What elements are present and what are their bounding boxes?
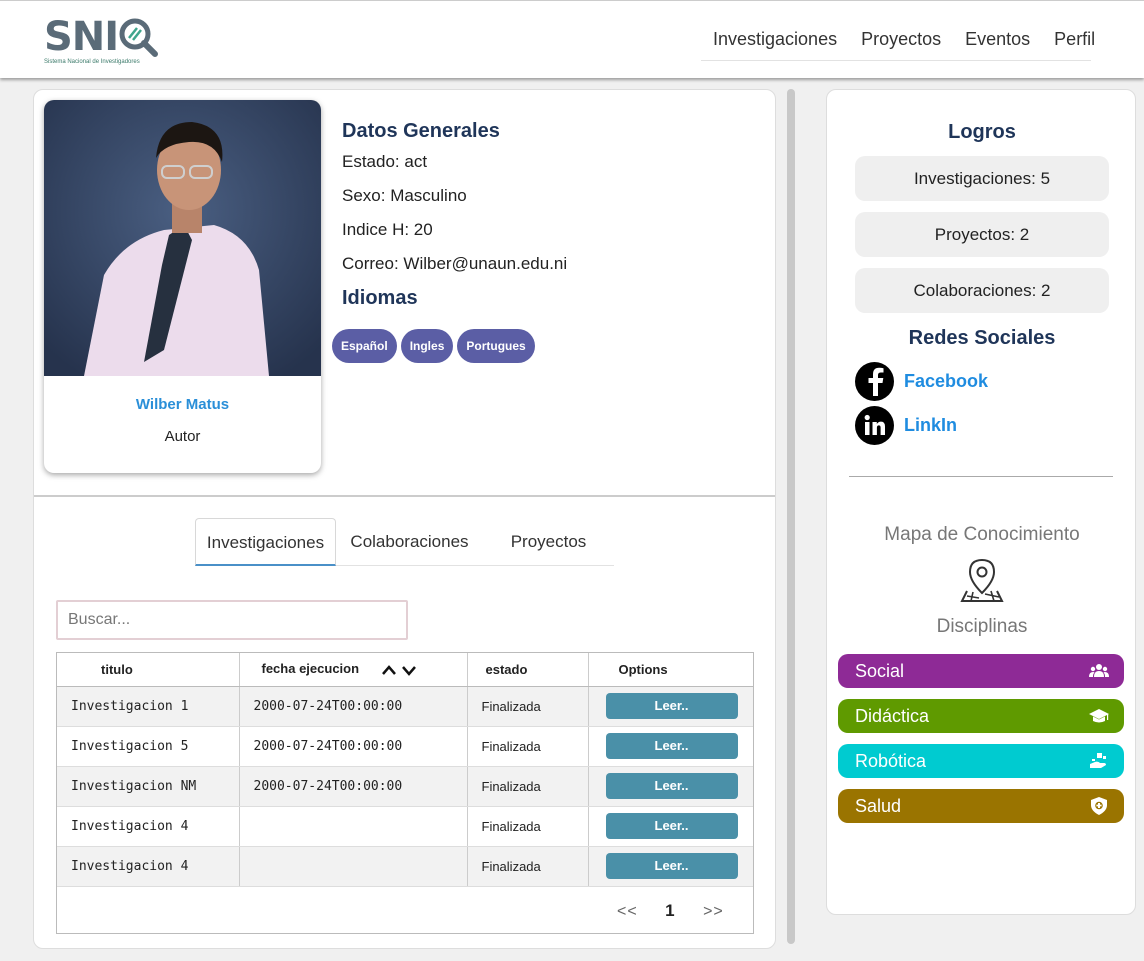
redes-title: Redes Sociales [908,327,1056,349]
language-chip: Ingles [400,329,454,363]
profile-photo [44,100,321,376]
cell-fecha: 2000-07-24T00:00:00 [239,726,468,767]
linkedin-icon [855,405,894,445]
table-row: Investigacion 4 Finalizada Leer.. [57,846,753,887]
tab-investigaciones[interactable]: Investigaciones [195,518,336,566]
main-nav: Investigaciones Proyectos Eventos Perfil [701,25,1095,61]
discipline-label: Social [855,661,905,681]
health-shield-icon [1091,797,1107,815]
col-estado[interactable]: estado [467,653,589,687]
table-header-row: titulo fecha ejecucion estado Options [57,653,753,687]
tab-bar: Investigaciones Colaboraciones Proyectos [195,518,614,566]
sni-logo[interactable]: SNI Sistema Nacional de Investigadores [44,13,174,71]
current-page[interactable]: 1 [665,901,675,920]
discipline-social[interactable]: Social [838,654,1124,688]
tab-colaboraciones[interactable]: Colaboraciones [336,518,483,566]
nav-investigaciones[interactable]: Investigaciones [701,25,849,60]
table-row: Investigacion NM 2000-07-24T00:00:00 Fin… [57,766,753,807]
cell-titulo: Investigacion 5 [57,726,240,767]
discipline-robotica[interactable]: Robótica [838,744,1124,778]
nav-eventos[interactable]: Eventos [953,25,1042,60]
research-table: titulo fecha ejecucion estado Options In… [56,652,754,934]
table-row: Investigacion 1 2000-07-24T00:00:00 Fina… [57,686,753,727]
facebook-label[interactable]: Facebook [904,371,988,392]
cell-estado: Finalizada [467,726,589,767]
sexo-text: Sexo: Masculino [342,186,467,205]
facebook-icon [855,361,894,401]
logo-subtitle: Sistema Nacional de Investigadores [44,59,140,65]
search-input[interactable] [56,600,408,640]
robot-hand-icon [1090,753,1106,768]
cell-fecha [239,846,468,887]
facebook-link[interactable]: Facebook [855,361,988,401]
linkedin-link[interactable]: LinkIn [855,405,957,445]
read-button[interactable]: Leer.. [605,773,738,799]
general-data-title: Datos Generales [342,120,500,142]
pagination: << 1 >> [617,901,724,921]
cell-titulo: Investigacion 4 [57,806,240,847]
profile-main-card: Wilber Matus Autor Datos Generales Estad… [33,89,776,949]
discipline-label: Didáctica [855,706,930,726]
graduation-cap-icon [1089,709,1109,723]
col-titulo[interactable]: titulo [57,653,240,687]
cell-estado: Finalizada [467,846,589,887]
table-row: Investigacion 4 Finalizada Leer.. [57,806,753,847]
profile-card: Wilber Matus Autor [44,100,321,473]
stat-proyectos: Proyectos: 2 [855,212,1109,257]
read-button[interactable]: Leer.. [605,693,738,719]
profile-name[interactable]: Wilber Matus [44,396,321,413]
cell-titulo: Investigacion 4 [57,846,240,887]
top-navbar: SNI Sistema Nacional de Investigadores I… [0,0,1144,78]
nav-perfil[interactable]: Perfil [1042,25,1107,60]
section-divider [34,495,775,497]
cell-titulo: Investigacion 1 [57,686,240,727]
col-fecha-label: fecha ejecucion [261,661,360,677]
discipline-didactica[interactable]: Didáctica [838,699,1124,733]
general-info: Datos Generales Estado: act Sexo: Mascul… [342,120,567,310]
nav-proyectos[interactable]: Proyectos [849,25,953,60]
disciplinas-title: Disciplinas [936,616,1028,637]
cell-fecha: 2000-07-24T00:00:00 [239,686,468,727]
sidebar-divider [849,476,1113,477]
read-button[interactable]: Leer.. [605,853,738,879]
logros-title: Logros [948,121,1016,143]
col-fecha-ejecucion[interactable]: fecha ejecucion [239,653,468,687]
correo-text: Correo: Wilber@unaun.edu.ni [342,254,568,273]
indice-text: Indice H: 20 [342,220,433,239]
people-icon [1089,664,1109,677]
discipline-label: Salud [855,796,902,816]
discipline-label: Robótica [855,751,927,771]
estado-text: Estado: act [342,152,428,171]
scrollbar[interactable] [787,89,795,944]
cell-fecha [239,806,468,847]
profile-role: Autor [164,428,201,445]
stat-investigaciones: Investigaciones: 5 [855,156,1109,201]
read-button[interactable]: Leer.. [605,813,738,839]
discipline-salud[interactable]: Salud [838,789,1124,823]
col-options: Options [588,653,753,687]
sort-arrows-icon[interactable] [381,663,419,677]
mapa-title: Mapa de Conocimiento [884,524,1080,545]
map-pin-icon[interactable] [959,557,1005,603]
language-chips: Español Ingles Portugues [332,329,535,363]
language-chip: Español [332,329,397,363]
linkedin-label[interactable]: LinkIn [904,415,957,436]
cell-estado: Finalizada [467,806,589,847]
languages-title: Idiomas [342,287,418,309]
cell-estado: Finalizada [467,766,589,807]
cell-titulo: Investigacion NM [57,766,240,807]
stat-colaboraciones: Colaboraciones: 2 [855,268,1109,313]
achievements-card: Logros Investigaciones: 5 Proyectos: 2 C… [826,89,1136,915]
table-row: Investigacion 5 2000-07-24T00:00:00 Fina… [57,726,753,767]
magnifier-logo-icon [119,18,158,57]
read-button[interactable]: Leer.. [605,733,738,759]
logo-text: SNI [44,14,119,60]
cell-fecha: 2000-07-24T00:00:00 [239,766,468,807]
next-page-button[interactable]: >> [703,903,724,920]
tab-proyectos[interactable]: Proyectos [483,518,614,566]
prev-page-button[interactable]: << [617,903,638,920]
language-chip: Portugues [457,329,535,363]
cell-estado: Finalizada [467,686,589,727]
